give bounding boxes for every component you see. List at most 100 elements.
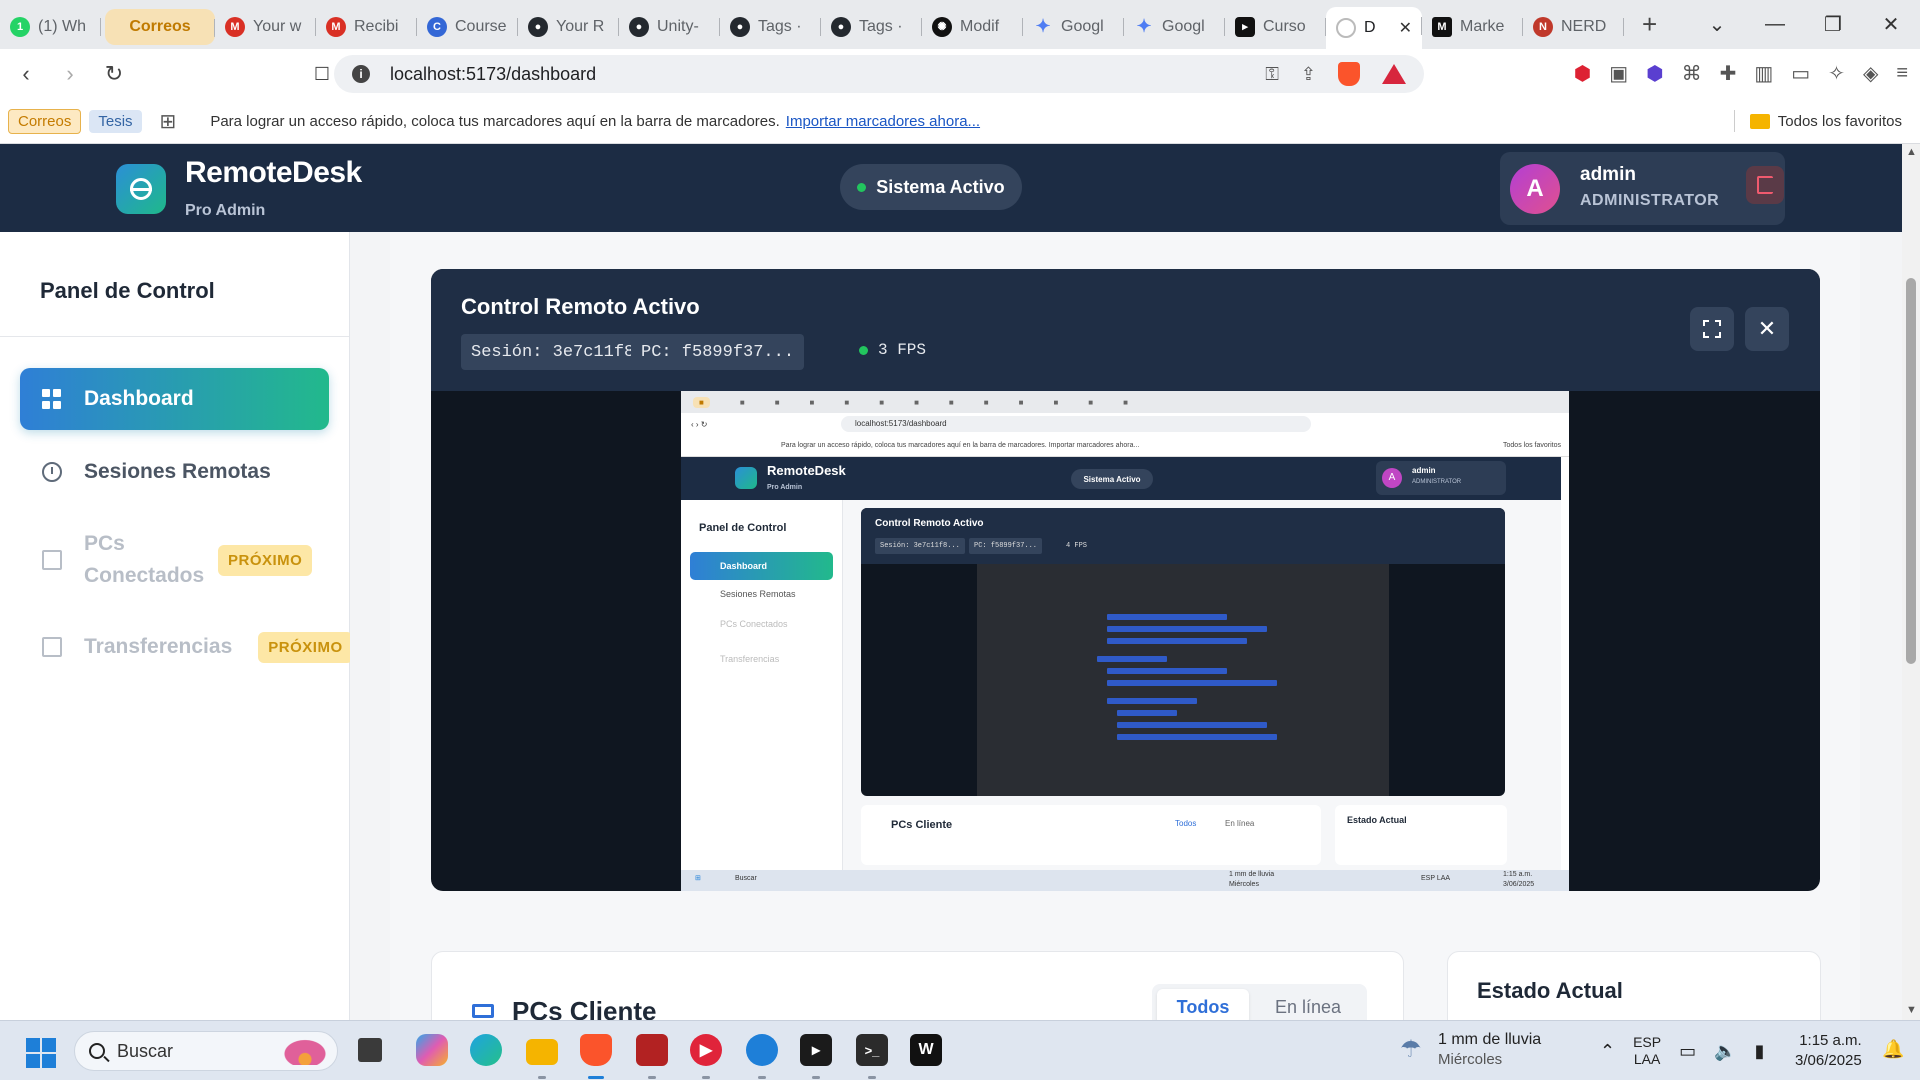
bookmark-folder-correos[interactable]: Correos bbox=[8, 108, 82, 134]
site-info-icon[interactable]: i bbox=[352, 65, 370, 83]
mirror-pcs-card: PCs Cliente Todos En línea bbox=[861, 805, 1321, 865]
cursor-app-icon[interactable]: ▸ bbox=[800, 1034, 832, 1066]
browser-tab[interactable]: 1 (1) Wh bbox=[0, 8, 101, 46]
user-name: admin bbox=[1580, 164, 1636, 185]
close-session-button[interactable]: ✕ bbox=[1745, 307, 1789, 351]
reload-icon[interactable]: ↻ bbox=[96, 61, 132, 87]
new-tab-button[interactable]: + bbox=[1642, 9, 1657, 40]
divider bbox=[0, 336, 349, 337]
browser-tab[interactable]: ✦ Googl bbox=[1124, 8, 1225, 46]
sidebar-item-sesiones-remotas[interactable]: Sesiones Remotas bbox=[20, 441, 329, 503]
leo-ai-icon[interactable]: ✧ bbox=[1828, 61, 1845, 86]
remote-control-card: Control Remoto Activo Sesión: 3e7c11f8..… bbox=[431, 269, 1820, 891]
tab-search-icon[interactable]: ⌄ bbox=[1688, 12, 1746, 37]
browser-tab[interactable]: N NERD bbox=[1523, 8, 1624, 46]
forward-icon[interactable]: › bbox=[52, 61, 88, 87]
logout-button[interactable] bbox=[1746, 166, 1784, 204]
close-tab-icon[interactable]: ✕ bbox=[1399, 18, 1412, 38]
estado-actual-title: Estado Actual bbox=[1477, 978, 1623, 1003]
status-dot-icon bbox=[857, 182, 867, 192]
network-icon[interactable]: ▭ bbox=[1679, 1041, 1696, 1062]
chevron-up-icon[interactable]: ⌃ bbox=[1600, 1041, 1615, 1062]
user-box: A admin ADMINISTRATOR bbox=[1500, 152, 1785, 225]
address-bar[interactable]: i localhost:5173/dashboard ⚿ ⇪ bbox=[334, 55, 1424, 93]
browser-tab-active[interactable]: D ✕ bbox=[1326, 7, 1422, 49]
minimize-icon[interactable]: — bbox=[1746, 13, 1804, 36]
remote-screen-view[interactable]: ■ ■ ■ ■ ■ ■ ■ ■ ■ ■ ■ ■ ■ ‹ › ↻ localhost:5173/d… bbox=[681, 391, 1569, 891]
scroll-up-icon[interactable]: ▲ bbox=[1906, 146, 1917, 158]
share-icon[interactable]: ⇪ bbox=[1301, 64, 1316, 85]
browser-tab[interactable]: M Marke bbox=[1422, 8, 1523, 46]
extension-badge-icon[interactable]: ⬢ bbox=[1646, 61, 1663, 86]
import-bookmarks-link[interactable]: Importar marcadores ahora... bbox=[786, 113, 980, 130]
password-key-icon[interactable]: ⚿ bbox=[1265, 64, 1279, 85]
apps-grid-icon[interactable]: ⊞ bbox=[160, 109, 177, 134]
github-icon: ● bbox=[629, 16, 649, 37]
bookmark-folder-tesis[interactable]: Tesis bbox=[89, 109, 142, 133]
game-app-icon[interactable] bbox=[636, 1034, 668, 1066]
taskbar-clock[interactable]: 1:15 a.m. 3/06/2025 bbox=[1795, 1031, 1862, 1071]
running-indicator bbox=[702, 1076, 710, 1079]
scroll-down-icon[interactable]: ▼ bbox=[1906, 1004, 1917, 1016]
brand-subtitle: Pro Admin bbox=[185, 202, 266, 219]
brave-rewards-icon[interactable] bbox=[1382, 64, 1406, 84]
fullscreen-button[interactable] bbox=[1690, 307, 1734, 351]
task-view-icon[interactable] bbox=[358, 1038, 382, 1062]
maximize-icon[interactable]: ❐ bbox=[1804, 12, 1862, 37]
remote-control-header: Control Remoto Activo Sesión: 3e7c11f8..… bbox=[431, 269, 1820, 391]
puzzle-icon[interactable]: ✚ bbox=[1720, 61, 1737, 86]
user-role: ADMINISTRATOR bbox=[1580, 192, 1720, 209]
notifications-icon[interactable]: 🔔 bbox=[1882, 1039, 1904, 1060]
mirror-toolbar: ‹ › ↻ localhost:5173/dashboard bbox=[681, 413, 1569, 435]
brave-browser-icon[interactable] bbox=[580, 1034, 612, 1066]
gmail-icon: M bbox=[326, 16, 346, 37]
sidebar-title: Panel de Control bbox=[40, 278, 215, 303]
sidebar-item-dashboard[interactable]: Dashboard bbox=[20, 368, 329, 430]
brave-shields-icon[interactable] bbox=[1338, 62, 1360, 86]
window-close-icon[interactable]: ✕ bbox=[1862, 12, 1920, 37]
language-indicator[interactable]: ESP LAA bbox=[1633, 1034, 1661, 1068]
volume-icon[interactable]: 🔈 bbox=[1714, 1041, 1736, 1062]
browser-tab[interactable]: ▸ Curso bbox=[1225, 8, 1326, 46]
weather-widget[interactable]: ☂ 1 mm de lluvia Miércoles bbox=[1400, 1029, 1600, 1073]
browser-tab[interactable]: ✺ Modif bbox=[922, 8, 1023, 46]
all-favorites-button[interactable]: Todos los favoritos bbox=[1749, 113, 1902, 130]
brand-title: RemoteDesk bbox=[185, 156, 362, 189]
browser-tab[interactable]: M Your w bbox=[215, 8, 316, 46]
browser-tab[interactable]: M Recibi bbox=[316, 8, 417, 46]
media-player-icon[interactable]: ▶ bbox=[690, 1034, 722, 1066]
browser-tab[interactable]: ✦ Googl bbox=[1023, 8, 1124, 46]
copilot-icon[interactable] bbox=[416, 1034, 448, 1066]
sidebar-toggle-icon[interactable]: ▥ bbox=[1754, 61, 1773, 86]
vpn-icon[interactable]: ◈ bbox=[1863, 61, 1878, 86]
page-scrollbar[interactable]: ▲ ▼ bbox=[1902, 144, 1920, 1020]
back-icon[interactable]: ‹ bbox=[8, 61, 44, 87]
mirror-bookmarks-bar: Para lograr un acceso rápido, coloca tus… bbox=[681, 435, 1569, 457]
browser-tab-group-correos[interactable]: Correos bbox=[105, 8, 215, 45]
ublock-icon[interactable]: ⬢ bbox=[1574, 61, 1591, 86]
fps-indicator: 3 FPS bbox=[859, 341, 926, 359]
browser-tab[interactable]: ● Tags · bbox=[720, 8, 821, 46]
remote-control-title: Control Remoto Activo bbox=[461, 294, 700, 319]
pc-id-chip: PC: f5899f37... bbox=[631, 334, 805, 370]
battery-icon[interactable]: ▮ bbox=[1755, 1041, 1765, 1062]
browser-tab[interactable]: ● Tags · bbox=[821, 8, 922, 46]
browser-tab[interactable]: ● Your R bbox=[518, 8, 619, 46]
file-explorer-icon[interactable] bbox=[526, 1039, 558, 1065]
extension-icon[interactable]: ▣ bbox=[1609, 61, 1628, 86]
menu-icon[interactable]: ≡ bbox=[1896, 62, 1908, 85]
steam-icon[interactable] bbox=[746, 1034, 778, 1066]
terminal-icon[interactable]: >_ bbox=[856, 1034, 888, 1066]
word-app-icon[interactable]: W bbox=[910, 1034, 942, 1066]
sidebar: Panel de Control Dashboard Sesiones Remo… bbox=[0, 232, 353, 1020]
browser-tab[interactable]: C Course bbox=[417, 8, 518, 46]
github-icon: ● bbox=[730, 16, 750, 37]
extension-icon[interactable]: ⌘ bbox=[1682, 61, 1702, 86]
windows-start-icon[interactable] bbox=[26, 1038, 56, 1068]
wallet-icon[interactable]: ▭ bbox=[1791, 61, 1810, 86]
url-text: localhost:5173/dashboard bbox=[390, 63, 597, 84]
edge-icon[interactable] bbox=[470, 1034, 502, 1066]
sidebar-item-pcs-conectados: PCs Conectados PRÓXIMO bbox=[20, 522, 329, 598]
scrollbar-thumb[interactable] bbox=[1906, 278, 1916, 664]
browser-tab[interactable]: ● Unity- bbox=[619, 8, 720, 46]
